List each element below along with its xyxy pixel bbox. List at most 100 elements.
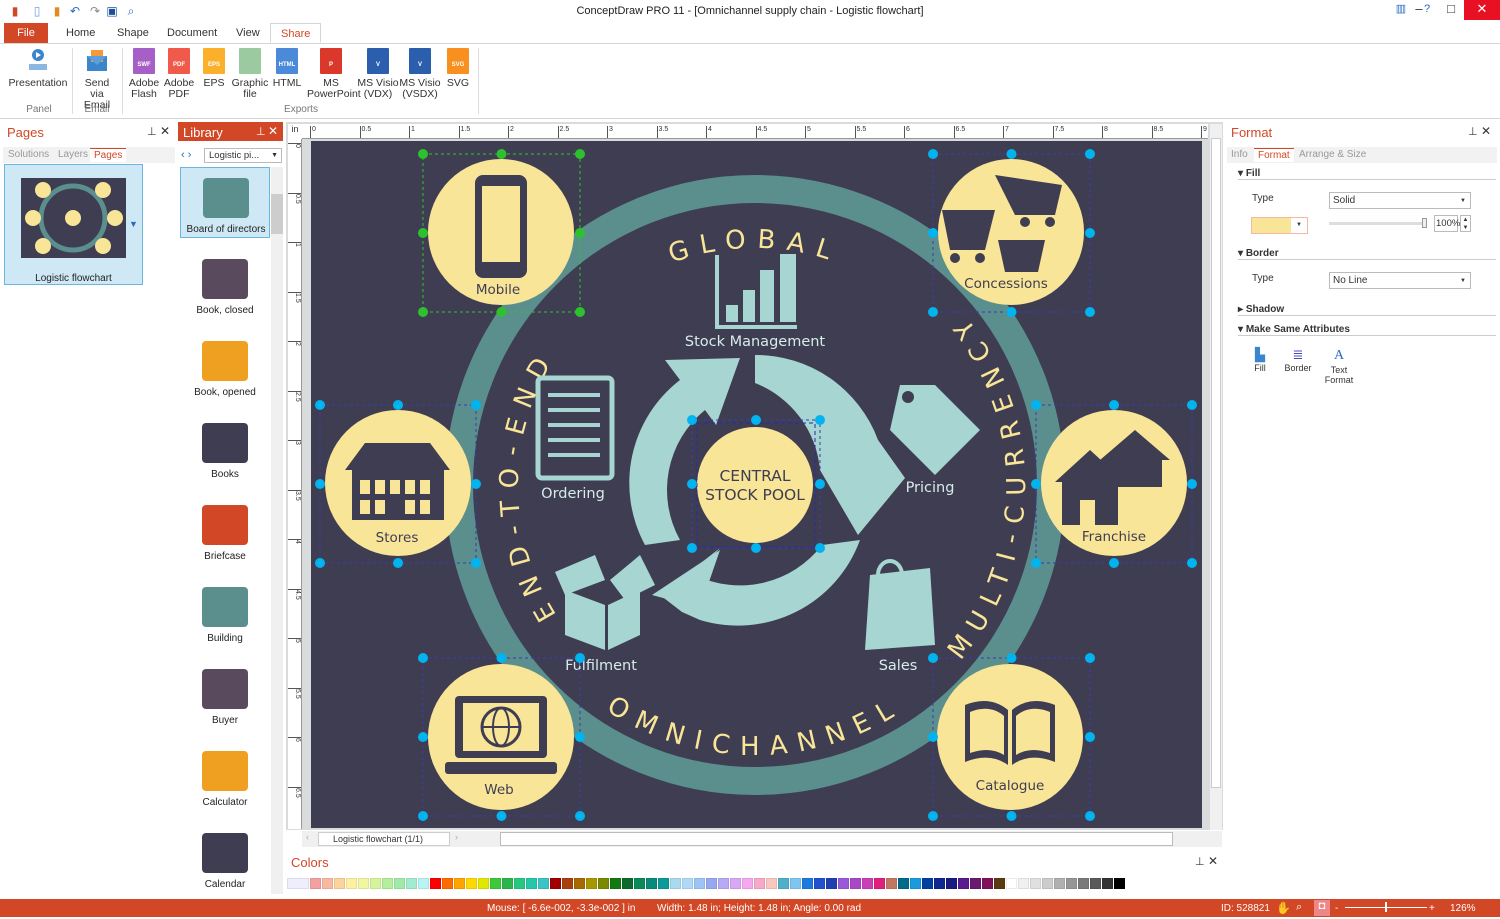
color-swatch[interactable]	[1054, 878, 1065, 889]
border-section-header[interactable]: ▾ Border	[1238, 248, 1496, 260]
resize-handle[interactable]	[1109, 558, 1119, 568]
resize-handle[interactable]	[315, 400, 325, 410]
svg-file-export-button[interactable]: SVG SVG	[428, 48, 488, 89]
resize-handle[interactable]	[496, 653, 507, 663]
resize-handle[interactable]	[928, 653, 938, 663]
resize-handle[interactable]	[471, 558, 481, 568]
color-swatch[interactable]	[574, 878, 585, 889]
library-selector[interactable]: Logistic pi... ▼	[204, 148, 282, 163]
resize-handle[interactable]	[496, 307, 507, 317]
color-swatch[interactable]	[586, 878, 597, 889]
resize-handle[interactable]	[1109, 400, 1119, 410]
color-swatch[interactable]	[646, 878, 657, 889]
color-swatch[interactable]	[514, 878, 525, 889]
color-swatch[interactable]	[382, 878, 393, 889]
color-swatch[interactable]	[1042, 878, 1053, 889]
tab-file[interactable]: File	[4, 23, 48, 43]
resize-handle[interactable]	[1006, 149, 1017, 159]
canvas-vertical-scrollbar[interactable]	[1210, 124, 1222, 830]
opacity-slider-thumb[interactable]	[1422, 218, 1427, 228]
next-page-icon[interactable]: ›	[455, 832, 458, 842]
color-swatch[interactable]	[358, 878, 369, 889]
library-item-book-closed[interactable]: Book, closed	[180, 249, 270, 329]
color-swatch[interactable]	[706, 878, 717, 889]
resize-handle[interactable]	[575, 228, 585, 238]
color-swatch[interactable]	[490, 878, 501, 889]
color-swatch[interactable]	[466, 878, 477, 889]
color-swatch[interactable]	[346, 878, 357, 889]
color-swatch[interactable]	[622, 878, 633, 889]
resize-handle[interactable]	[575, 811, 585, 821]
resize-handle[interactable]	[1031, 558, 1041, 568]
make-same-text-format-button[interactable]: A Text Format	[1322, 347, 1356, 385]
color-swatch[interactable]	[682, 878, 693, 889]
presentation-button[interactable]: Presentation	[8, 48, 68, 89]
color-swatch[interactable]	[334, 878, 345, 889]
color-swatch[interactable]	[406, 878, 417, 889]
resize-handle[interactable]	[418, 732, 428, 742]
resize-handle[interactable]	[393, 400, 403, 410]
label-pricing[interactable]: Pricing	[906, 480, 955, 496]
color-picker-tool-icon[interactable]	[287, 878, 309, 889]
color-swatch[interactable]	[1030, 878, 1041, 889]
color-swatch[interactable]	[838, 878, 849, 889]
color-swatch[interactable]	[694, 878, 705, 889]
format-pin-icon[interactable]: ⊥	[1468, 125, 1478, 138]
resize-handle[interactable]	[575, 149, 585, 159]
colors-pin-icon[interactable]: ⊥	[1195, 855, 1205, 868]
color-swatch[interactable]	[730, 878, 741, 889]
resize-handle[interactable]	[1085, 811, 1095, 821]
library-pin-icon[interactable]: ⊥	[256, 125, 266, 138]
color-swatch[interactable]	[658, 878, 669, 889]
color-swatch[interactable]	[634, 878, 645, 889]
color-swatch[interactable]	[562, 878, 573, 889]
resize-handle[interactable]	[575, 653, 585, 663]
library-item-buyer[interactable]: Buyer	[180, 659, 270, 739]
border-type-select[interactable]: No Line ▼	[1329, 272, 1471, 289]
resize-handle[interactable]	[1085, 653, 1095, 663]
resize-handle[interactable]	[575, 732, 585, 742]
library-item-calendar[interactable]: Calendar	[180, 823, 270, 903]
fill-section-header[interactable]: ▾ Fill	[1238, 168, 1496, 180]
color-swatch[interactable]	[898, 878, 909, 889]
zoom-area-icon[interactable]: ⌕	[1296, 901, 1302, 914]
diagram-canvas[interactable]: GLOBAL END-TO-END OMNICHANNEL MULTI-CURR…	[311, 141, 1202, 828]
resize-handle[interactable]	[1187, 479, 1197, 489]
fill-type-select[interactable]: Solid ▼	[1329, 192, 1471, 209]
resize-handle[interactable]	[1031, 400, 1041, 410]
resize-handle[interactable]	[315, 558, 325, 568]
tab-home[interactable]: Home	[56, 23, 105, 43]
resize-handle[interactable]	[928, 811, 938, 821]
color-swatch[interactable]	[418, 878, 429, 889]
resize-handle[interactable]	[687, 415, 697, 425]
close-button[interactable]: ✕	[1464, 0, 1500, 20]
central-stock-pool-circle[interactable]	[697, 427, 813, 543]
color-swatch[interactable]	[982, 878, 993, 889]
tab-share[interactable]: Share	[270, 23, 322, 43]
resize-handle[interactable]	[315, 479, 325, 489]
opacity-slider[interactable]	[1329, 222, 1425, 225]
color-swatch[interactable]	[454, 878, 465, 889]
pin-icon[interactable]: ⊥	[147, 125, 157, 138]
tab-document[interactable]: Document	[157, 23, 227, 43]
resize-handle[interactable]	[496, 149, 507, 159]
color-swatch[interactable]	[1078, 878, 1089, 889]
label-ordering[interactable]: Ordering	[541, 486, 605, 502]
resize-handle[interactable]	[1085, 149, 1095, 159]
resize-handle[interactable]	[496, 811, 507, 821]
label-sales[interactable]: Sales	[879, 658, 918, 674]
color-swatch[interactable]	[550, 878, 561, 889]
resize-handle[interactable]	[928, 149, 938, 159]
color-swatch[interactable]	[430, 878, 441, 889]
color-swatch[interactable]	[1114, 878, 1125, 889]
color-swatch[interactable]	[994, 878, 1005, 889]
library-back-icon[interactable]: ‹ ›	[181, 149, 191, 161]
tab-arrange-size[interactable]: Arrange & Size	[1299, 148, 1366, 162]
tab-layers[interactable]: Layers	[58, 148, 88, 162]
resize-handle[interactable]	[418, 149, 428, 159]
color-swatch[interactable]	[766, 878, 777, 889]
tab-solutions[interactable]: Solutions	[8, 148, 49, 162]
color-swatch[interactable]	[826, 878, 837, 889]
tab-info[interactable]: Info	[1231, 148, 1248, 162]
resize-handle[interactable]	[815, 479, 825, 489]
